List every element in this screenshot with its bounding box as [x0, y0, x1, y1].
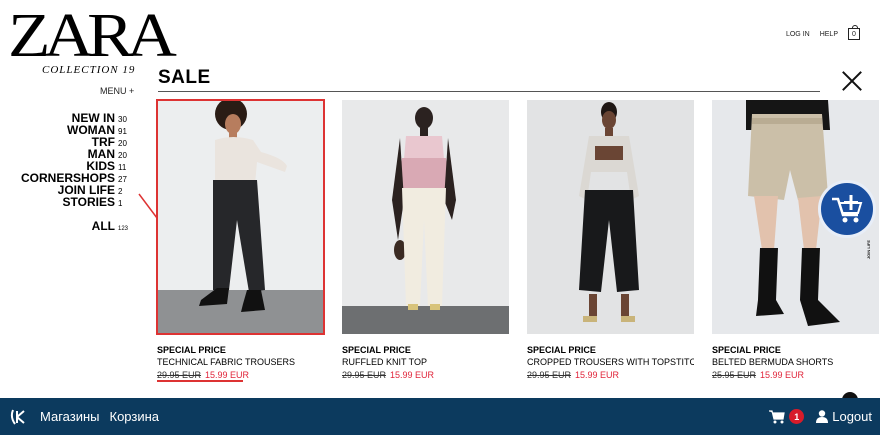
old-price: 29.95 EUR — [157, 370, 202, 380]
product-image[interactable] — [156, 99, 325, 335]
product-price: 29.95 EUR 15.99 EUR — [527, 370, 694, 380]
cart-count-badge: 1 — [789, 409, 805, 424]
product-tag: SPECIAL PRICE — [342, 345, 411, 355]
collection-label: COLLECTION 19 — [42, 64, 136, 76]
app-logo-icon[interactable] — [9, 407, 29, 427]
sale-price: 15.99 EUR — [390, 370, 435, 380]
product-image[interactable] — [342, 100, 509, 334]
product-name[interactable]: CROPPED TROUSERS WITH TOPSTITCH... — [527, 357, 694, 367]
product-card[interactable]: SPECIAL PRICE RUFFLED KNIT TOP 29.95 EUR… — [342, 100, 509, 380]
login-link[interactable]: LOG IN — [786, 31, 810, 38]
product-tag: SPECIAL PRICE — [712, 345, 781, 355]
product-card[interactable]: SPECIAL PRICE TECHNICAL FABRIC TROUSERS … — [156, 99, 325, 380]
sale-price: 15.99 EUR — [575, 370, 620, 380]
shopping-cart-icon[interactable] — [769, 409, 785, 424]
cart-plus-icon — [832, 195, 863, 223]
sale-price: 15.99 EUR — [205, 370, 250, 380]
old-price: 29.95 EUR — [342, 370, 387, 380]
menu-toggle-button[interactable]: MENU + — [100, 86, 134, 96]
product-card[interactable]: SPECIAL PRICE BELTED BERMUDA SHORTS 25.9… — [712, 100, 879, 380]
top-links: LOG IN HELP 0 — [786, 25, 860, 40]
category-item-all[interactable]: ALL 123 — [0, 220, 132, 232]
product-tag: SPECIAL PRICE — [527, 345, 596, 355]
product-price: 25.95 EUR 15.99 EUR — [712, 370, 879, 380]
page-title: SALE — [158, 67, 211, 88]
product-card[interactable]: SPECIAL PRICE CROPPED TROUSERS WITH TOPS… — [527, 100, 694, 380]
product-name[interactable]: BELTED BERMUDA SHORTS — [712, 357, 879, 367]
bottom-toolbar: Магазины Корзина 1 Logout — [0, 398, 880, 435]
join-life-label: JOIN LIFE — [866, 240, 871, 260]
logo-wordmark: ZARA — [8, 2, 177, 70]
user-icon — [816, 410, 829, 423]
product-price: 29.95 EUR 15.99 EUR — [157, 370, 324, 380]
toolbar-right: 1 Logout — [769, 409, 872, 424]
category-menu: NEW IN 30 WOMAN 91 TRF 20 MAN 20 KIDS 11 CORN… — [0, 112, 132, 232]
old-price: 29.95 EUR — [527, 370, 572, 380]
cart-link[interactable]: Корзина — [110, 409, 160, 424]
help-link[interactable]: HELP — [820, 31, 838, 38]
product-name[interactable]: RUFFLED KNIT TOP — [342, 357, 509, 367]
close-icon[interactable] — [842, 71, 862, 91]
shopping-bag-icon[interactable]: 0 — [848, 25, 860, 40]
add-to-cart-button[interactable] — [818, 180, 876, 238]
annotation-underline — [157, 380, 243, 382]
sale-price: 15.99 EUR — [760, 370, 805, 380]
product-price: 29.95 EUR 15.99 EUR — [342, 370, 509, 380]
product-image[interactable] — [527, 100, 694, 334]
logout-label: Logout — [832, 409, 872, 424]
logout-button[interactable]: Logout — [816, 409, 872, 424]
zara-logo[interactable]: ZARA COLLECTION 19 — [8, 5, 177, 76]
product-tag: SPECIAL PRICE — [157, 345, 226, 355]
title-divider — [158, 91, 820, 92]
product-name[interactable]: TECHNICAL FABRIC TROUSERS — [157, 357, 324, 367]
stores-link[interactable]: Магазины — [40, 409, 100, 424]
old-price: 25.95 EUR — [712, 370, 757, 380]
category-item[interactable]: STORIES 1 — [0, 196, 132, 208]
